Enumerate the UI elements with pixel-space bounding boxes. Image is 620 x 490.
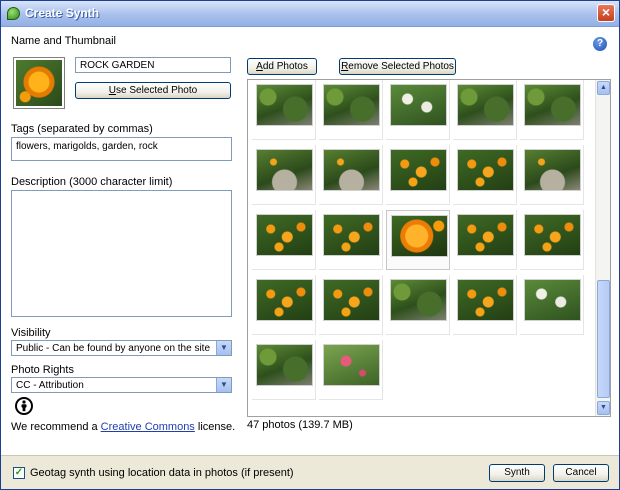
photo-image [391,215,448,257]
photo-thumbnail[interactable] [386,145,450,205]
gallery-scrollbar[interactable]: ▲ ▼ [595,80,610,416]
visibility-value: Public - Can be found by anyone on the s… [16,343,211,354]
photo-image [256,214,313,256]
title-bar[interactable]: Create Synth × [1,1,619,27]
photo-image [524,149,581,191]
recommend-suffix: license. [194,421,236,433]
photo-thumbnail[interactable] [386,80,450,140]
add-photos-button[interactable]: Add Photos [247,58,317,75]
use-selected-label: se Selected Photo [116,85,198,96]
photo-image [256,279,313,321]
visibility-select[interactable]: Public - Can be found by anyone on the s… [11,340,232,356]
photo-image [390,149,447,191]
creative-commons-attribution-icon [15,397,33,415]
photo-thumbnail[interactable] [252,275,316,335]
photo-thumbnail[interactable] [252,210,316,270]
photo-image [323,84,380,126]
scroll-down-icon[interactable]: ▼ [597,401,610,415]
recommend-prefix: We recommend a [11,421,101,433]
photo-image [390,279,447,321]
tags-input[interactable]: flowers, marigolds, garden, rock [11,137,232,161]
photo-image [457,214,514,256]
scroll-up-icon[interactable]: ▲ [597,81,610,95]
photo-thumbnail[interactable] [453,275,517,335]
use-selected-photo-button[interactable]: Use Selected Photo [75,82,231,99]
photo-thumbnail[interactable] [319,80,383,140]
chevron-down-icon[interactable]: ▼ [216,378,231,392]
photo-thumbnail[interactable] [252,340,316,400]
use-selected-accel: U [108,85,117,96]
chevron-down-icon[interactable]: ▼ [216,341,231,355]
remove-selected-label: emove Selected Photos [348,61,454,72]
dialog-footer: ✓ Geotag synth using location data in ph… [1,455,619,489]
photo-thumbnail[interactable] [520,80,584,140]
photo-rights-label: Photo Rights [11,364,74,376]
recommend-text: We recommend a Creative Commons license. [11,421,235,433]
photo-image [524,214,581,256]
photo-image [323,149,380,191]
photo-thumbnail[interactable] [319,145,383,205]
add-photos-label: dd Photos [262,61,308,72]
cancel-button[interactable]: Cancel [553,464,609,482]
photo-thumbnail[interactable] [453,80,517,140]
person-icon [15,397,33,415]
photo-thumbnail[interactable] [319,210,383,270]
help-icon[interactable]: ? [593,37,607,51]
photo-thumbnail[interactable] [520,275,584,335]
photo-thumbnail[interactable] [319,340,383,400]
photo-rights-select[interactable]: CC - Attribution ▼ [11,377,232,393]
name-thumbnail-label: Name and Thumbnail [11,35,116,47]
synth-button[interactable]: Synth [489,464,545,482]
photo-image [256,84,313,126]
photo-thumbnail[interactable] [453,210,517,270]
photo-thumbnail[interactable] [252,80,316,140]
photo-thumbnail[interactable] [386,275,450,335]
visibility-label: Visibility [11,327,51,339]
photo-image [457,84,514,126]
add-photos-accel: A [256,61,263,72]
photo-image [390,84,447,126]
photo-image [323,279,380,321]
photo-gallery[interactable]: ▲ ▼ [247,79,611,417]
photo-rights-value: CC - Attribution [16,380,84,391]
creative-commons-link[interactable]: Creative Commons [101,421,195,433]
geotag-checkbox[interactable]: ✓ [13,467,25,479]
remove-selected-photos-button[interactable]: Remove Selected Photos [339,58,456,75]
thumbnail-image [16,60,62,106]
photo-image [524,279,581,321]
photo-thumbnail[interactable] [319,275,383,335]
photo-thumbnail[interactable] [252,145,316,205]
photo-thumbnail[interactable] [386,210,450,270]
photo-image [323,344,380,386]
close-button[interactable]: × [597,4,615,22]
photo-image [457,279,514,321]
photo-thumbnail[interactable] [453,145,517,205]
photo-thumbnail[interactable] [520,210,584,270]
geotag-label: Geotag synth using location data in phot… [30,467,294,479]
synth-thumbnail [13,57,65,109]
window-title: Create Synth [25,6,100,20]
scrollbar-thumb[interactable] [597,280,610,398]
description-label: Description (3000 character limit) [11,176,173,188]
photo-thumbnail[interactable] [520,145,584,205]
synth-name-input[interactable]: ROCK GARDEN [75,57,231,73]
photo-image [524,84,581,126]
photo-image [323,214,380,256]
dialog-content: ? Name and Thumbnail ROCK GARDEN Use Sel… [1,27,619,455]
photo-image [457,149,514,191]
photo-image [256,344,313,386]
photo-image [256,149,313,191]
create-synth-dialog: Create Synth × ? Name and Thumbnail ROCK… [0,0,620,490]
description-textarea[interactable] [11,190,232,317]
photo-count: 47 photos (139.7 MB) [247,419,353,431]
tags-label: Tags (separated by commas) [11,123,153,135]
synth-app-icon [7,7,20,20]
